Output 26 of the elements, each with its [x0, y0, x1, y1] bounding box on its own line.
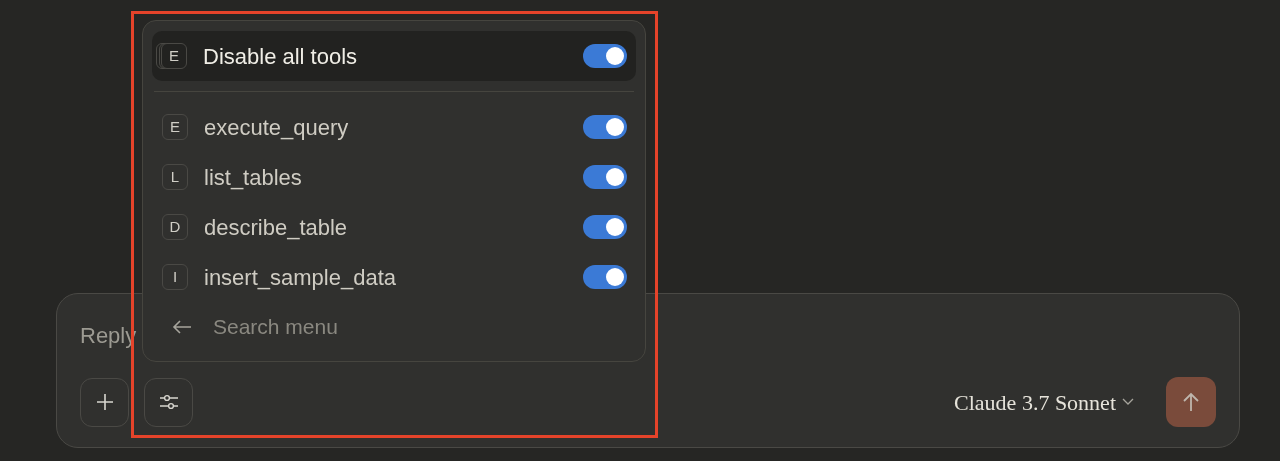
tool-initial-badge: E — [162, 114, 188, 140]
tool-name: execute_query — [204, 113, 350, 142]
toggle-switch[interactable] — [583, 44, 627, 68]
tool-initial-badge: E — [161, 43, 187, 69]
tool-name: describe_table — [204, 213, 349, 242]
tools-button[interactable] — [144, 377, 193, 427]
tool-initial-badge: L — [162, 164, 188, 190]
model-selector[interactable]: Claude 3.7 Sonnet — [954, 385, 1134, 419]
search-field[interactable]: Search menu — [213, 311, 513, 343]
add-button[interactable] — [80, 377, 129, 427]
sliders-icon — [158, 394, 179, 410]
toggle-switch[interactable] — [583, 165, 627, 189]
plus-icon — [95, 393, 114, 411]
toggle-switch[interactable] — [583, 215, 627, 239]
tool-name: insert_sample_data — [204, 263, 397, 292]
tool-initial-badge: D — [162, 214, 188, 240]
tool-initial-badge: I — [162, 264, 188, 290]
send-button[interactable] — [1166, 377, 1216, 427]
arrow-up-icon — [1182, 392, 1200, 412]
menu-header-row[interactable]: E Disable all tools — [152, 31, 636, 81]
toggle-switch[interactable] — [583, 115, 627, 139]
chevron-down-icon — [1122, 398, 1134, 406]
disable-all-label: Disable all tools — [203, 42, 359, 71]
back-arrow-icon[interactable] — [172, 319, 192, 335]
tool-name: list_tables — [204, 163, 303, 192]
toggle-switch[interactable] — [583, 265, 627, 289]
